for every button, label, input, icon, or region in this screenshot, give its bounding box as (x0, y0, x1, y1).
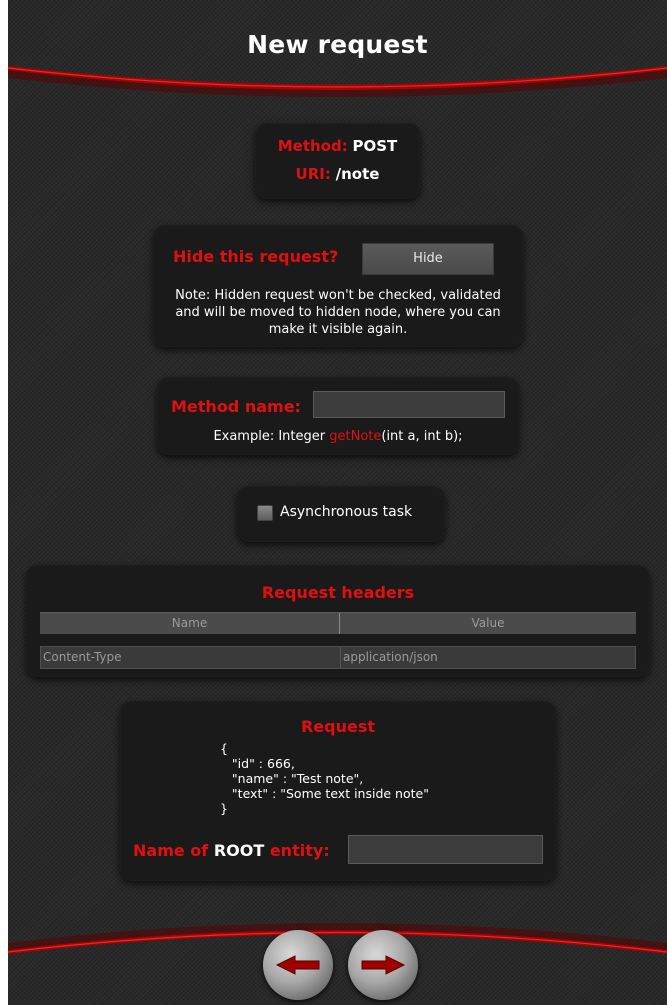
request-headers-panel: Request headers Name Value Content-Type … (26, 565, 650, 677)
uri-value: /note (335, 165, 380, 183)
header-value-cell[interactable]: application/json (340, 647, 637, 668)
header-name-cell[interactable]: Content-Type (41, 647, 340, 668)
method-label: Method: (277, 137, 348, 155)
root-entity-input[interactable] (348, 835, 543, 864)
method-name-panel: Method name: Example: Integer getNote(in… (157, 377, 519, 455)
async-checkbox[interactable] (257, 505, 273, 521)
headers-table: Name Value Content-Type application/json (40, 612, 636, 669)
async-label[interactable]: Asynchronous task (280, 504, 412, 520)
request-info-panel: Method: POST URI: /note (255, 123, 420, 199)
request-panel: Request { "id" : 666, "name" : "Test not… (120, 701, 556, 881)
request-headers-title: Request headers (261, 583, 415, 602)
hide-question: Hide this request? (173, 247, 339, 266)
request-body-json: { "id" : 666, "name" : "Test note", "tex… (220, 741, 429, 816)
forward-button[interactable] (348, 930, 418, 1000)
async-panel: Asynchronous task (237, 486, 445, 542)
request-title: Request (300, 717, 376, 736)
arrow-right-icon (361, 955, 406, 975)
arrow-left-icon (275, 955, 320, 975)
root-entity-label: Name of ROOT entity: (133, 841, 330, 860)
hide-button[interactable]: Hide (362, 243, 494, 275)
hide-note: Note: Hidden request won't be checked, v… (175, 288, 501, 337)
example-prefix: Example: Integer (213, 429, 330, 444)
method-line: Method: POST (255, 137, 420, 155)
method-value: POST (352, 137, 398, 155)
headers-table-header: Name Value (40, 612, 636, 634)
method-example: Example: Integer getNote(int a, int b); (157, 429, 519, 444)
root-label-highlight: ROOT (213, 841, 265, 860)
method-name-input[interactable] (313, 391, 505, 418)
method-name-label: Method name: (171, 397, 301, 416)
uri-label: URI: (295, 165, 331, 183)
hide-request-panel: Hide this request? Hide Note: Hidden req… (153, 225, 523, 347)
column-header-value[interactable]: Value (339, 613, 636, 634)
root-label-prefix: Name of (133, 841, 214, 860)
page-title: New request (247, 30, 428, 59)
footer-swoosh (8, 923, 667, 954)
back-button[interactable] (263, 930, 333, 1000)
example-method-highlight: getNote (329, 429, 382, 444)
column-header-name[interactable]: Name (40, 613, 339, 634)
table-row[interactable]: Content-Type application/json (40, 646, 636, 669)
root-label-suffix: entity: (264, 841, 330, 860)
example-suffix: (int a, int b); (381, 429, 463, 444)
uri-line: URI: /note (255, 165, 420, 183)
app-window: New request Method: POST URI: /note Hide… (8, 0, 667, 1005)
